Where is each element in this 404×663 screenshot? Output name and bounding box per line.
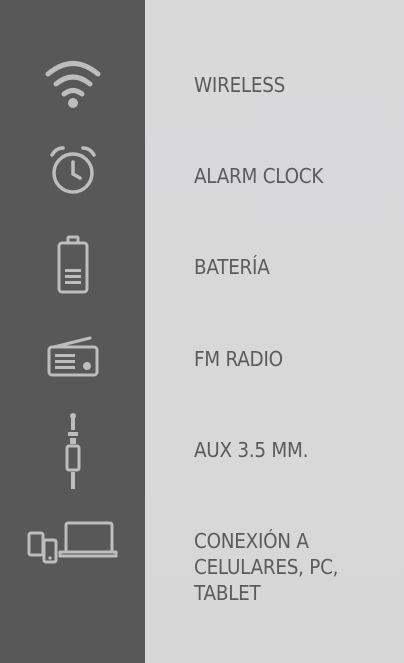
alarm-clock-icon [0,145,145,197]
devices-icon [0,520,145,566]
feature-label-fm-radio: FM RADIO [194,347,283,371]
feature-list: WIRELESS ALARM CLOCK BATERÍA FM RADIO AU… [0,0,404,663]
feature-label-wireless: WIRELESS [194,73,286,97]
icon-sidebar [0,0,145,663]
radio-icon [0,336,145,380]
wifi-icon [0,57,145,111]
feature-label-aux: AUX 3.5 MM. [194,438,309,462]
feature-label-connection: CONEXIÓN A CELULARES, PC, TABLET [194,529,339,605]
feature-label-alarm-clock: ALARM CLOCK [194,164,324,188]
aux-jack-icon [0,412,145,490]
battery-icon [0,235,145,295]
label-panel: WIRELESS ALARM CLOCK BATERÍA FM RADIO AU… [145,0,404,663]
feature-label-battery: BATERÍA [194,255,270,279]
